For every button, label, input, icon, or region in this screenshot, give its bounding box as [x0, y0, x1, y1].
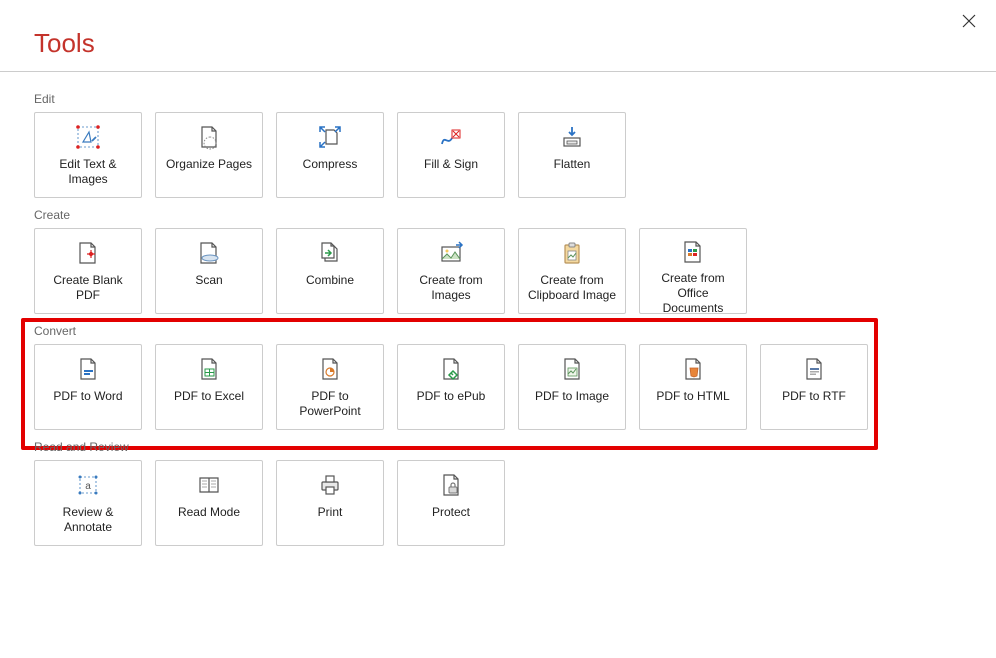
tool-create-blank-pdf[interactable]: Create Blank PDF: [34, 228, 142, 314]
section-label-convert: Convert: [34, 324, 976, 338]
section-label-edit: Edit: [34, 92, 976, 106]
tool-create-from-images[interactable]: Create from Images: [397, 228, 505, 314]
tool-label: Create from Clipboard Image: [525, 273, 619, 303]
tool-create-from-clipboard[interactable]: Create from Clipboard Image: [518, 228, 626, 314]
section-create: Create Create Blank PDF: [34, 208, 976, 314]
html-icon: [679, 355, 707, 383]
tool-compress[interactable]: Compress: [276, 112, 384, 198]
edit-text-icon: [74, 123, 102, 151]
tool-label: Create from Images: [404, 273, 498, 303]
tool-pdf-to-html[interactable]: PDF to HTML: [639, 344, 747, 430]
office-docs-icon: [679, 239, 707, 265]
tool-pdf-to-excel[interactable]: PDF to Excel: [155, 344, 263, 430]
tool-label: PDF to Excel: [174, 389, 244, 404]
tool-fill-sign[interactable]: Fill & Sign: [397, 112, 505, 198]
tool-edit-text-images[interactable]: Edit Text & Images: [34, 112, 142, 198]
tool-label: PDF to Image: [535, 389, 609, 404]
blank-pdf-icon: [74, 239, 102, 267]
tool-pdf-to-image[interactable]: PDF to Image: [518, 344, 626, 430]
fill-sign-icon: [437, 123, 465, 151]
tool-label: Create Blank PDF: [41, 273, 135, 303]
tool-pdf-to-powerpoint[interactable]: PDF to PowerPoint: [276, 344, 384, 430]
tool-pdf-to-word[interactable]: PDF to Word: [34, 344, 142, 430]
combine-icon: [316, 239, 344, 267]
scan-icon: [195, 239, 223, 267]
tool-label: PDF to RTF: [782, 389, 846, 404]
section-convert: Convert PDF to Word: [34, 324, 976, 430]
annotate-icon: a: [74, 471, 102, 499]
tool-label: PDF to Word: [53, 389, 122, 404]
section-label-create: Create: [34, 208, 976, 222]
compress-icon: [316, 123, 344, 151]
section-label-read: Read and Review: [34, 440, 976, 454]
tool-label: Combine: [306, 273, 354, 288]
close-icon: [962, 14, 976, 28]
tool-scan[interactable]: Scan: [155, 228, 263, 314]
organize-pages-icon: [195, 123, 223, 151]
tool-pdf-to-rtf[interactable]: PDF to RTF: [760, 344, 868, 430]
tool-label: Edit Text & Images: [41, 157, 135, 187]
tool-label: Organize Pages: [166, 157, 252, 172]
rtf-icon: [800, 355, 828, 383]
tool-create-from-office[interactable]: Create from Office Documents: [639, 228, 747, 314]
tool-organize-pages[interactable]: Organize Pages: [155, 112, 263, 198]
tool-label: Fill & Sign: [424, 157, 478, 172]
read-mode-icon: [195, 471, 223, 499]
image-file-icon: [437, 239, 465, 267]
tool-print[interactable]: Print: [276, 460, 384, 546]
tool-label: Create from Office Documents: [646, 271, 740, 316]
word-icon: [74, 355, 102, 383]
tool-label: PDF to PowerPoint: [283, 389, 377, 419]
protect-icon: [437, 471, 465, 499]
tool-label: Protect: [432, 505, 470, 520]
image-icon: [558, 355, 586, 383]
svg-text:a: a: [85, 481, 91, 492]
tool-label: Flatten: [554, 157, 591, 172]
print-icon: [316, 471, 344, 499]
section-read: Read and Review a Review & Annotate: [34, 440, 976, 546]
flatten-icon: [558, 123, 586, 151]
epub-icon: [437, 355, 465, 383]
close-button[interactable]: [958, 10, 980, 32]
section-edit: Edit Edit Text & Images: [34, 92, 976, 198]
tool-pdf-to-epub[interactable]: PDF to ePub: [397, 344, 505, 430]
tool-read-mode[interactable]: Read Mode: [155, 460, 263, 546]
clipboard-icon: [558, 239, 586, 267]
tool-combine[interactable]: Combine: [276, 228, 384, 314]
tool-label: PDF to ePub: [417, 389, 486, 404]
tool-label: Print: [318, 505, 343, 520]
tool-label: Compress: [303, 157, 358, 172]
tool-label: Review & Annotate: [41, 505, 135, 535]
tool-label: Scan: [195, 273, 222, 288]
tool-label: Read Mode: [178, 505, 240, 520]
powerpoint-icon: [316, 355, 344, 383]
tool-protect[interactable]: Protect: [397, 460, 505, 546]
page-title: Tools: [0, 0, 996, 71]
tool-review-annotate[interactable]: a Review & Annotate: [34, 460, 142, 546]
excel-icon: [195, 355, 223, 383]
tool-label: PDF to HTML: [656, 389, 729, 404]
tool-flatten[interactable]: Flatten: [518, 112, 626, 198]
